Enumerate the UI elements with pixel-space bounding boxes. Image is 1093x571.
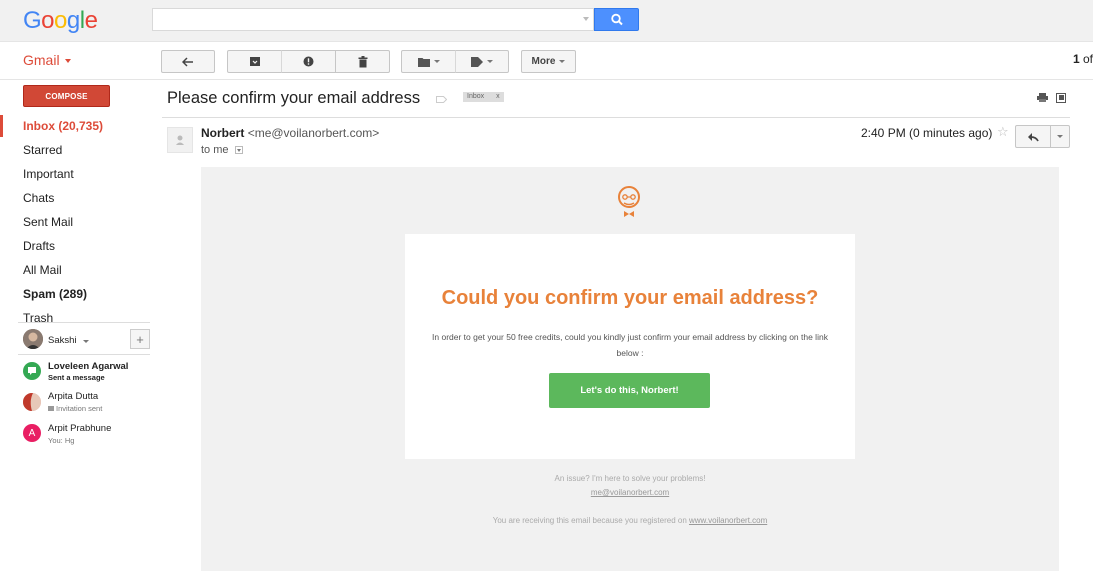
sidebar-item-trash[interactable]: Trash bbox=[0, 307, 150, 329]
chevron-down-icon bbox=[487, 60, 493, 63]
sidebar-item-sent-mail[interactable]: Sent Mail bbox=[0, 211, 150, 233]
contact-status: Sent a message bbox=[48, 373, 105, 382]
my-avatar[interactable] bbox=[23, 329, 43, 349]
logo-letter: o bbox=[41, 7, 55, 34]
chevron-down-icon bbox=[83, 340, 90, 343]
more-actions-button[interactable] bbox=[1050, 125, 1070, 148]
header-divider bbox=[162, 117, 1070, 118]
back-button[interactable] bbox=[161, 50, 215, 73]
toolbar: Gmail More 1 of bbox=[0, 42, 1093, 80]
card-title: Could you confirm your email address? bbox=[441, 287, 819, 309]
contact-status-text: Invitation sent bbox=[56, 404, 103, 413]
contact-avatar bbox=[23, 393, 41, 411]
label-tag-icon bbox=[471, 56, 483, 67]
label-chip-text: Inbox bbox=[467, 93, 485, 100]
hangouts-panel: Sakshi + Loveleen Agarwal Sent a message… bbox=[18, 322, 150, 571]
chevron-down-icon bbox=[1057, 135, 1063, 138]
confirm-button[interactable]: Let's do this, Norbert! bbox=[549, 373, 710, 408]
compose-button[interactable]: COMPOSE bbox=[23, 85, 110, 107]
footer-note: You are receiving this email because you… bbox=[201, 516, 1059, 525]
sender[interactable]: Norbert <me@voilanorbert.com> bbox=[201, 126, 379, 140]
sender-name: Norbert bbox=[201, 126, 245, 140]
avatar-photo-icon bbox=[23, 393, 41, 411]
pager: 1 of bbox=[1073, 52, 1093, 66]
gmail-label: Gmail bbox=[23, 52, 60, 68]
recipients[interactable]: to me bbox=[201, 144, 243, 156]
my-name[interactable]: Sakshi bbox=[48, 335, 90, 346]
confirmation-card: Could you confirm your email address? In… bbox=[405, 234, 855, 459]
hangouts-message-icon bbox=[23, 362, 41, 380]
sidebar-item-inbox[interactable]: Inbox (20,735) bbox=[0, 115, 150, 137]
add-contact-button[interactable]: + bbox=[130, 329, 150, 349]
folder-icon bbox=[417, 57, 430, 67]
search-options-caret-icon[interactable] bbox=[583, 17, 589, 21]
default-avatar-icon bbox=[176, 135, 184, 145]
contact-status: Invitation sent bbox=[48, 404, 102, 413]
chevron-down-icon bbox=[433, 60, 440, 63]
search-button[interactable] bbox=[594, 8, 639, 31]
contact-name: Arpit Prabhune bbox=[48, 423, 112, 434]
my-name-label: Sakshi bbox=[48, 335, 77, 346]
sidebar-item-drafts[interactable]: Drafts bbox=[0, 235, 150, 257]
more-button[interactable]: More bbox=[521, 50, 576, 73]
back-arrow-icon bbox=[182, 56, 193, 67]
chevron-down-icon bbox=[64, 59, 71, 64]
mail-icon bbox=[48, 406, 54, 411]
email-subject: Please confirm your email address bbox=[167, 89, 421, 107]
remove-label-button[interactable]: x bbox=[496, 93, 500, 100]
pager-current: 1 bbox=[1072, 52, 1080, 66]
avatar-photo-icon bbox=[23, 329, 43, 349]
new-window-icon[interactable] bbox=[1056, 93, 1066, 103]
report-spam-button[interactable] bbox=[281, 50, 336, 73]
top-bar: Google bbox=[0, 0, 1093, 42]
labels-button[interactable] bbox=[455, 50, 509, 73]
sender-email: <me@voilanorbert.com> bbox=[247, 126, 380, 140]
delete-button[interactable] bbox=[335, 50, 390, 73]
contact-name: Arpita Dutta bbox=[48, 391, 99, 402]
email-time: 2:40 PM (0 minutes ago) bbox=[861, 126, 993, 140]
contact-name: Loveleen Agarwal bbox=[48, 361, 129, 372]
report-spam-icon bbox=[303, 56, 314, 67]
reply-icon bbox=[1028, 132, 1039, 141]
archive-button[interactable] bbox=[227, 50, 282, 73]
sidebar-item-starred[interactable]: Starred bbox=[0, 139, 150, 161]
search-icon bbox=[611, 13, 623, 26]
print-icon[interactable] bbox=[1037, 93, 1048, 102]
hangouts-divider-2 bbox=[18, 354, 150, 355]
sidebar-item-all-mail[interactable]: All Mail bbox=[0, 259, 150, 281]
to-line: to me bbox=[201, 144, 229, 156]
sidebar-item-spam[interactable]: Spam (289) bbox=[0, 283, 150, 305]
pager-suffix: of bbox=[1082, 52, 1093, 66]
card-text: In order to get your 50 free credits, co… bbox=[432, 332, 828, 358]
sidebar-item-chats[interactable]: Chats bbox=[0, 187, 150, 209]
logo-letter: g bbox=[66, 7, 80, 34]
sidebar-item-important[interactable]: Important bbox=[0, 163, 150, 185]
contact-avatar-initial: A bbox=[23, 424, 41, 442]
norbert-logo-icon bbox=[618, 186, 640, 217]
inbox-label-chip: Inbox x bbox=[463, 92, 504, 102]
reply-button[interactable] bbox=[1015, 125, 1051, 148]
logo-letter: o bbox=[54, 7, 67, 34]
search-input[interactable] bbox=[152, 8, 594, 31]
sender-avatar[interactable] bbox=[167, 127, 193, 153]
footer-email-link[interactable]: me@voilanorbert.com bbox=[201, 488, 1059, 497]
gmail-menu[interactable]: Gmail bbox=[23, 52, 71, 68]
google-logo[interactable]: Google bbox=[23, 7, 98, 35]
show-details-icon[interactable] bbox=[234, 146, 243, 155]
importance-marker-icon[interactable] bbox=[436, 96, 447, 103]
move-to-button[interactable] bbox=[401, 50, 456, 73]
footer-issue-text: An issue? I'm here to solve your problem… bbox=[554, 474, 706, 483]
chevron-down-icon bbox=[559, 60, 566, 63]
email-body: Could you confirm your email address? In… bbox=[201, 167, 1059, 571]
contact-status: You: Hg bbox=[48, 436, 75, 445]
trash-icon bbox=[358, 55, 367, 67]
footer-site-link[interactable]: www.voilanorbert.com bbox=[689, 516, 767, 525]
footer-note-text: You are receiving this email because you… bbox=[492, 516, 689, 525]
star-icon[interactable]: ☆ bbox=[997, 124, 1009, 140]
more-label: More bbox=[531, 56, 556, 67]
archive-icon bbox=[249, 57, 260, 66]
logo-letter: G bbox=[23, 7, 42, 34]
logo-letter: e bbox=[84, 7, 98, 34]
